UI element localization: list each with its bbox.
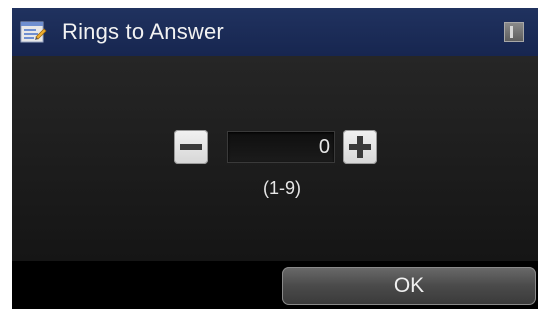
decrease-button[interactable] [174,130,208,164]
rings-value-field[interactable]: 0 [228,132,334,162]
rings-to-answer-screen: Rings to Answer 0 (1-9) OK [12,8,538,309]
ok-button[interactable]: OK [282,267,536,305]
minus-icon [180,144,202,150]
range-hint: (1-9) [262,178,301,198]
footer-bar: OK [12,261,538,309]
increase-button[interactable] [343,130,377,164]
